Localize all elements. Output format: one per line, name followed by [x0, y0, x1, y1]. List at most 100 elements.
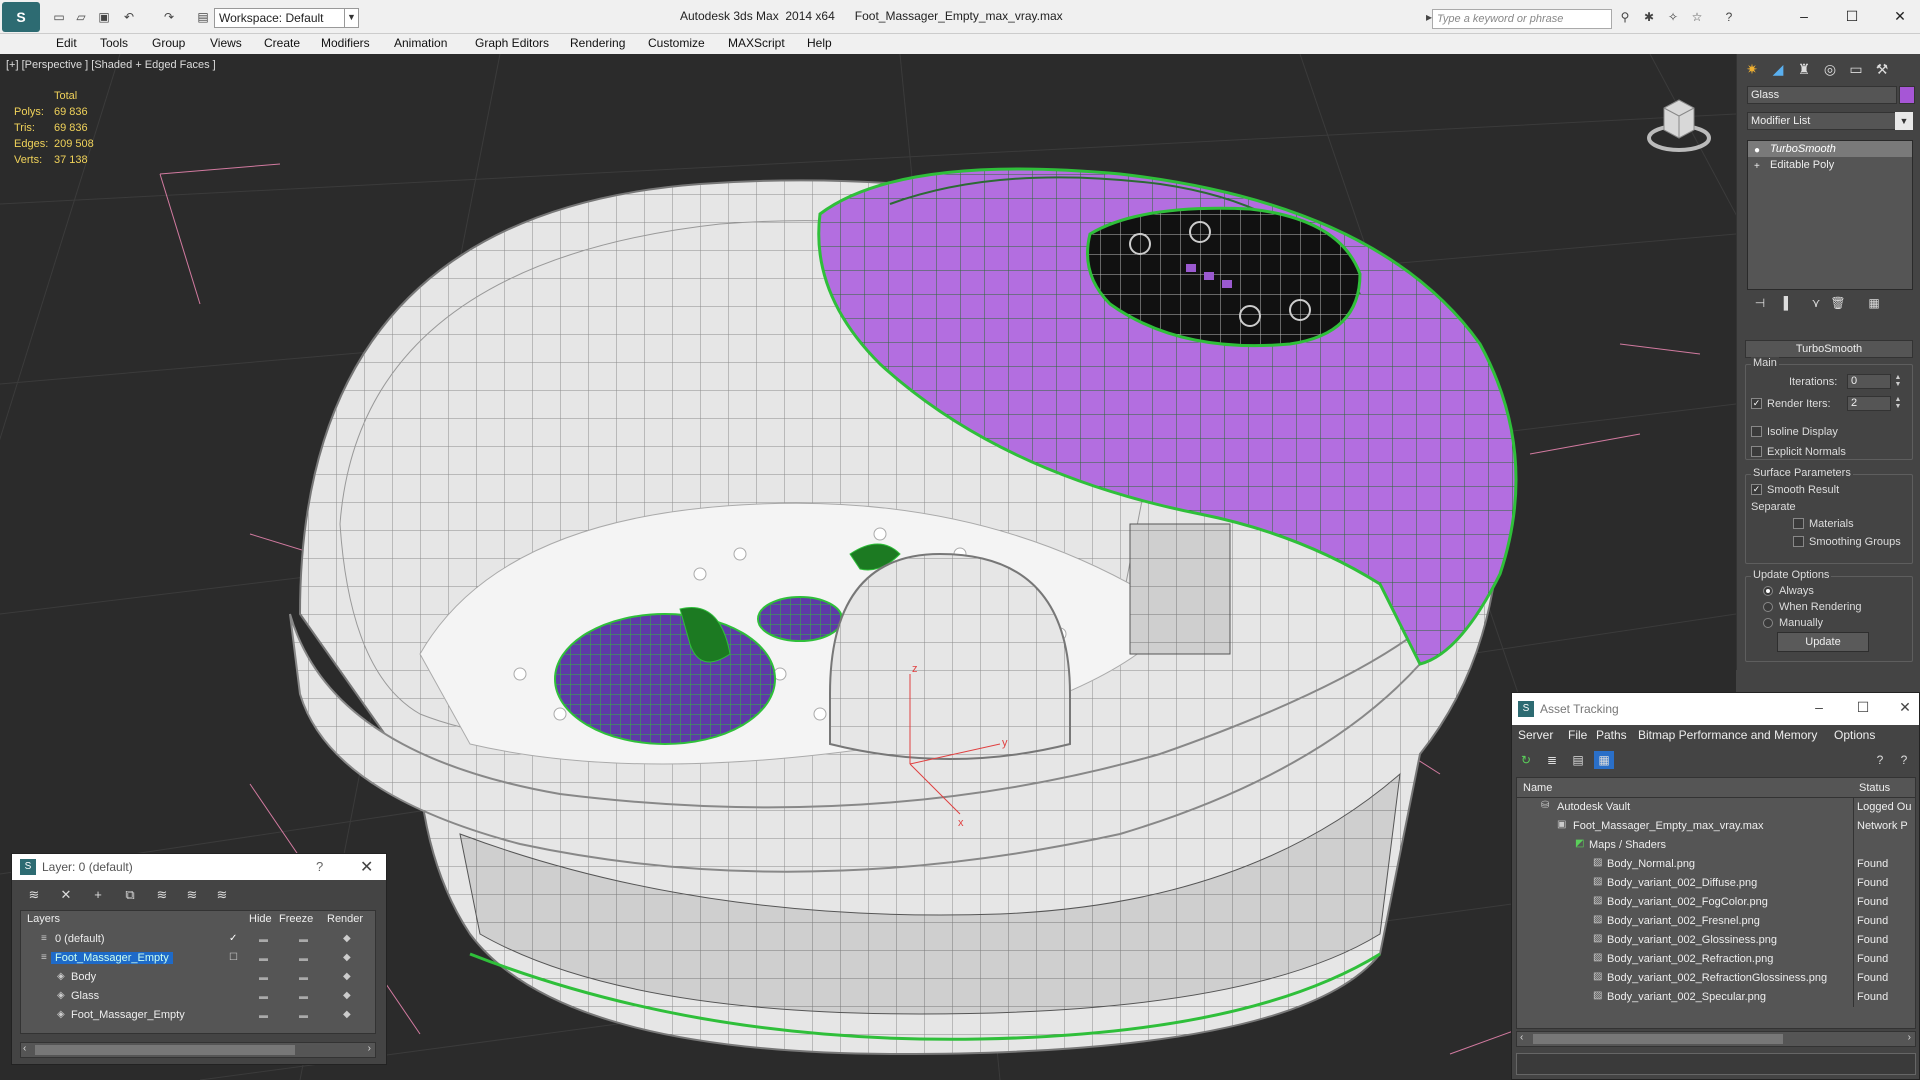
favorites-icon[interactable]: ☆	[1688, 9, 1706, 25]
table-row[interactable]: ▨ Body_variant_002_Refraction.png Found	[1517, 950, 1915, 969]
hide-toggle[interactable]: ▬	[259, 953, 268, 963]
highlight-layer-icon[interactable]: ≋	[182, 886, 202, 904]
communication-icon[interactable]: ✧	[1664, 9, 1682, 25]
hide-toggle[interactable]: ▬	[259, 1010, 268, 1020]
menu-help[interactable]: Help	[807, 36, 832, 50]
menu-modifiers[interactable]: Modifiers	[321, 36, 370, 50]
vault-help-icon[interactable]: ?	[1894, 751, 1914, 769]
remove-modifier-icon[interactable]: 🗑	[1829, 294, 1847, 312]
menu-maxscript[interactable]: MAXScript	[728, 36, 785, 50]
app-logo-icon[interactable]: S	[2, 2, 40, 32]
table-row[interactable]: ▨ Body_variant_002_Glossiness.png Found	[1517, 931, 1915, 950]
scrollbar-thumb[interactable]	[1533, 1034, 1783, 1044]
asset-dialog-titlebar[interactable]: S Asset Tracking – ☐ ✕	[1512, 693, 1919, 725]
utilities-tab-icon[interactable]: ⚒	[1871, 58, 1893, 80]
render-teapot-icon[interactable]: ◆	[343, 990, 351, 1001]
manually-radio[interactable]	[1763, 618, 1773, 628]
menu-animation[interactable]: Animation	[394, 36, 447, 50]
redo-icon[interactable]: ↷	[160, 9, 178, 25]
col-name[interactable]: Name	[1523, 782, 1552, 794]
close-icon[interactable]: ✕	[1894, 699, 1916, 716]
modifier-list-dropdown[interactable]: Modifier List	[1747, 112, 1907, 130]
menu-edit[interactable]: Edit	[56, 36, 77, 50]
hide-all-icon[interactable]: ≋	[212, 886, 232, 904]
menu-customize[interactable]: Customize	[648, 36, 705, 50]
display-tab-icon[interactable]: ▭	[1845, 58, 1867, 80]
stack-item-editable-poly[interactable]: + Editable Poly	[1748, 157, 1912, 173]
maximize-icon[interactable]: ☐	[1852, 699, 1874, 716]
render-teapot-icon[interactable]: ◆	[343, 971, 351, 982]
spinner-arrows-icon[interactable]: ▲ ▼	[1893, 374, 1903, 389]
object-color-swatch[interactable]	[1899, 86, 1915, 104]
rollout-turbosmooth[interactable]: TurboSmooth	[1745, 340, 1913, 358]
menu-create[interactable]: Create	[264, 36, 300, 50]
table-row[interactable]: ▨ Body_variant_002_Diffuse.png Found	[1517, 874, 1915, 893]
freeze-toggle[interactable]: ▬	[299, 953, 308, 963]
freeze-toggle[interactable]: ▬	[299, 972, 308, 982]
hierarchy-tab-icon[interactable]: ♜	[1793, 58, 1815, 80]
col-hide[interactable]: Hide	[249, 913, 272, 925]
explicit-normals-checkbox[interactable]	[1751, 446, 1762, 457]
table-row[interactable]: ⛁ Autodesk Vault Logged Ou	[1517, 798, 1915, 817]
stack-item-turbosmooth[interactable]: ● TurboSmooth	[1748, 141, 1912, 157]
hide-toggle[interactable]: ▬	[259, 934, 268, 944]
viewcube-icon[interactable]	[1644, 90, 1714, 160]
menu-file[interactable]: File	[1568, 728, 1587, 742]
layer-row[interactable]: ≡ 0 (default) ✓ ▬ ▬ ◆	[21, 931, 375, 950]
refresh-icon[interactable]: ↻	[1516, 751, 1536, 769]
render-teapot-icon[interactable]: ◆	[343, 952, 351, 963]
always-radio[interactable]	[1763, 586, 1773, 596]
chevron-down-icon[interactable]: ▼	[344, 8, 358, 28]
add-selection-icon[interactable]: ⧉	[120, 886, 140, 904]
render-iters-spinner[interactable]: 2	[1847, 396, 1891, 411]
maximize-icon[interactable]: ☐	[1840, 6, 1864, 26]
close-icon[interactable]: ✕	[1888, 6, 1912, 26]
menu-paths[interactable]: Paths	[1596, 728, 1627, 742]
help-icon[interactable]: ?	[316, 859, 323, 874]
delete-layer-icon[interactable]: ✕	[56, 886, 76, 904]
layer-dialog-titlebar[interactable]: S Layer: 0 (default) ? ✕	[12, 854, 386, 880]
render-teapot-icon[interactable]: ◆	[343, 1009, 351, 1020]
table-row[interactable]: ▨ Body_Normal.png Found	[1517, 855, 1915, 874]
viewport-label[interactable]: [+] [Perspective ] [Shaded + Edged Faces…	[6, 59, 216, 71]
layer-row[interactable]: ◈ Foot_Massager_Empty ▬ ▬ ◆	[21, 1007, 375, 1026]
select-objects-icon[interactable]: ≋	[152, 886, 172, 904]
checkmark-icon[interactable]: ✓	[229, 933, 237, 944]
when-rendering-radio[interactable]	[1763, 602, 1773, 612]
chevron-right-icon[interactable]: ›	[1908, 1032, 1911, 1043]
list-view-icon[interactable]: ≣	[1542, 751, 1562, 769]
iterations-spinner[interactable]: 0	[1847, 374, 1891, 389]
modifier-stack[interactable]: ● TurboSmooth + Editable Poly	[1747, 140, 1913, 290]
active-layer-box-icon[interactable]: ☐	[229, 952, 238, 963]
freeze-toggle[interactable]: ▬	[299, 1010, 308, 1020]
chevron-right-icon[interactable]: ▸	[1420, 9, 1438, 25]
menu-server[interactable]: Server	[1518, 728, 1553, 742]
scrollbar-thumb[interactable]	[35, 1045, 295, 1055]
chevron-left-icon[interactable]: ‹	[23, 1043, 26, 1054]
layer-row[interactable]: ≡ Foot_Massager_Empty ☐ ▬ ▬ ◆	[21, 950, 375, 969]
workspace-selector[interactable]: Workspace: Default	[214, 8, 359, 28]
table-row[interactable]: ▨ Body_variant_002_RefractionGlossiness.p…	[1517, 969, 1915, 988]
smoothing-groups-checkbox[interactable]	[1793, 536, 1804, 547]
table-row[interactable]: ▨ Body_variant_002_FogColor.png Found	[1517, 893, 1915, 912]
new-file-icon[interactable]: ▭	[50, 9, 68, 25]
horizontal-scrollbar[interactable]: ‹ ›	[20, 1042, 376, 1058]
layer-row[interactable]: ◈ Glass ▬ ▬ ◆	[21, 988, 375, 1007]
hide-toggle[interactable]: ▬	[259, 972, 268, 982]
create-tab-icon[interactable]: ✷	[1741, 58, 1763, 80]
search-input[interactable]: Type a keyword or phrase	[1432, 9, 1612, 29]
grid-view-icon[interactable]: ▦	[1594, 751, 1614, 769]
menu-options[interactable]: Options	[1834, 728, 1875, 742]
motion-tab-icon[interactable]: ◎	[1819, 58, 1841, 80]
create-layer-icon[interactable]: +	[88, 886, 108, 904]
minimize-icon[interactable]: –	[1792, 6, 1816, 26]
menu-tools[interactable]: Tools	[100, 36, 128, 50]
chevron-left-icon[interactable]: ‹	[1520, 1032, 1523, 1043]
help-icon[interactable]: ?	[1720, 9, 1738, 25]
close-icon[interactable]: ✕	[360, 857, 373, 877]
menu-graph-editors[interactable]: Graph Editors	[475, 36, 549, 50]
table-view-icon[interactable]: ▤	[1568, 751, 1588, 769]
open-file-icon[interactable]: ▱	[72, 9, 90, 25]
make-unique-icon[interactable]: ⋎	[1807, 294, 1825, 312]
table-row[interactable]: ▨ Body_variant_002_Specular.png Found	[1517, 988, 1915, 1007]
